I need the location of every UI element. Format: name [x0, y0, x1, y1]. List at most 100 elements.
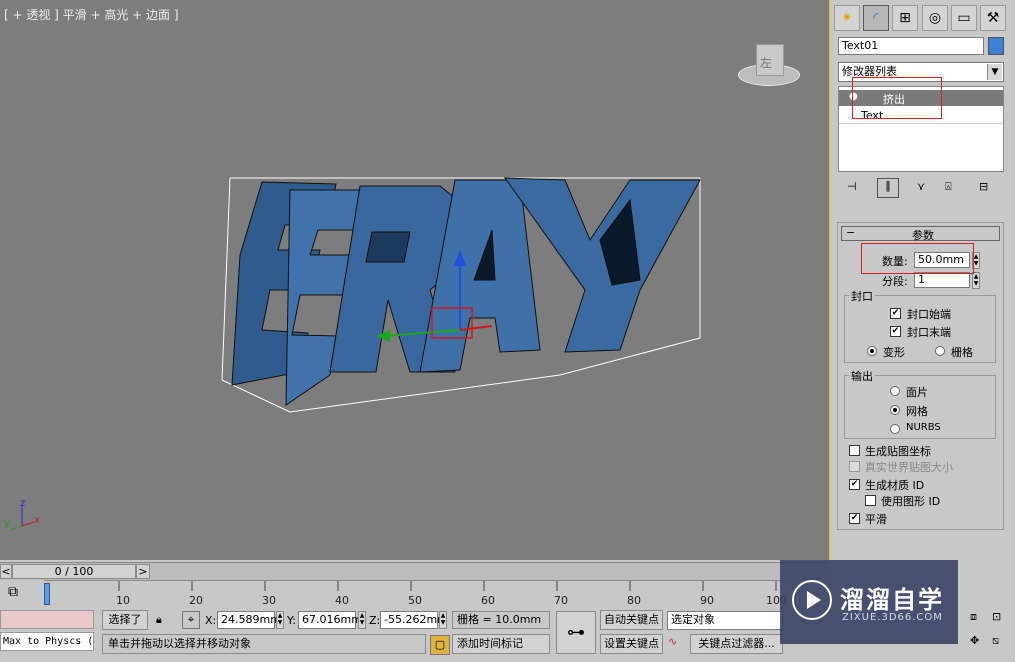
mesh-radio[interactable] — [890, 405, 900, 415]
highlight-box — [861, 243, 974, 274]
hierarchy-tab-icon[interactable]: ⊞ — [892, 5, 918, 31]
y-spinner[interactable]: ▲ ▼ — [358, 611, 366, 629]
cap-end-checkbox[interactable]: ✔ — [890, 326, 901, 337]
selected-count-button[interactable]: 选择了 — [102, 610, 148, 630]
watermark-name: 溜溜自学 — [840, 586, 944, 614]
utilities-tab-icon[interactable]: ⚒ — [980, 5, 1006, 31]
patch-radio[interactable] — [890, 386, 900, 396]
tick-label: 10 — [116, 594, 130, 607]
prev-frame-button[interactable]: < — [0, 564, 12, 579]
tick-label: 20 — [189, 594, 203, 607]
gen-map-checkbox[interactable] — [849, 445, 860, 456]
set-key-button[interactable]: 设置关键点 — [600, 634, 663, 654]
key-icon[interactable]: ⊶ — [556, 611, 596, 654]
cap-start-label: 封口始端 — [907, 308, 951, 321]
pan-icon[interactable]: ✥ — [970, 634, 979, 647]
maxscript-text: Max to Physcs ( — [3, 636, 94, 647]
key-filters-button[interactable]: 关键点过滤器... — [690, 634, 783, 654]
gen-map-label: 生成贴图坐标 — [865, 445, 931, 458]
rollout-title: 参数 — [912, 229, 934, 242]
maxscript-listener[interactable] — [0, 610, 94, 629]
collapse-icon[interactable]: − — [846, 226, 855, 239]
morph-radio[interactable] — [867, 346, 877, 356]
create-tab-icon[interactable]: ✴ — [834, 5, 860, 31]
perspective-viewport[interactable]: [ + 透视 ] 平滑 + 高光 + 边面 ] 左 z x y — [0, 0, 830, 560]
extruded-text-object[interactable] — [0, 0, 829, 560]
capping-group: 封口 ✔ 封口始端 ✔ 封口末端 变形 栅格 — [844, 288, 996, 363]
watermark-url: ZIXUE.3D66.COM — [842, 612, 943, 623]
time-slider[interactable]: < 0 / 100 > — [0, 562, 829, 580]
tick-label: 80 — [627, 594, 641, 607]
mesh-label: 网格 — [906, 405, 928, 418]
grid-radio[interactable] — [935, 346, 945, 356]
motion-tab-icon[interactable]: ◎ — [922, 5, 948, 31]
maximize-viewport-icon[interactable]: ⧅ — [992, 634, 999, 648]
z-coordinate-field[interactable]: -55.262mm — [380, 611, 448, 629]
tick-label: 70 — [554, 594, 568, 607]
time-slider-thumb[interactable]: 0 / 100 — [12, 564, 136, 579]
tangent-icon[interactable]: ∿ — [668, 635, 677, 648]
ruler-ticks — [118, 581, 777, 591]
selection-set-dropdown[interactable]: 选定对象 — [667, 611, 783, 630]
morph-label: 变形 — [883, 346, 905, 359]
make-unique-icon[interactable]: ⋎ — [917, 180, 925, 193]
display-tab-icon[interactable]: ▭ — [951, 5, 977, 31]
configure-sets-icon[interactable]: ⊟ — [979, 180, 988, 193]
y-label: Y: — [287, 614, 296, 627]
cap-end-label: 封口末端 — [907, 326, 951, 339]
absolute-mode-icon[interactable]: ⌖ — [182, 611, 200, 629]
object-color-swatch[interactable] — [988, 37, 1004, 55]
output-group: 输出 面片 网格 NURBS — [844, 368, 996, 439]
segments-spinner[interactable]: ▲ ▼ — [972, 272, 980, 289]
prompt-line: 单击并拖动以选择并移动对象 — [102, 634, 426, 654]
tick-label: 30 — [262, 594, 276, 607]
nurbs-radio[interactable] — [890, 424, 900, 434]
play-logo-icon — [792, 580, 832, 620]
tick-label: 50 — [408, 594, 422, 607]
grid-label: 栅格 — [951, 346, 973, 359]
smooth-checkbox[interactable]: ✔ — [849, 513, 860, 524]
chevron-down-icon[interactable]: ▼ — [987, 64, 1002, 80]
track-bar[interactable]: ⧉ 10 20 30 40 50 60 70 80 90 100 — [0, 580, 829, 607]
x-coordinate-field[interactable]: 24.589mm — [217, 611, 281, 629]
tick-label: 90 — [700, 594, 714, 607]
zoom-region-icon[interactable]: ⊡ — [992, 610, 1001, 623]
auto-key-button[interactable]: 自动关键点 — [600, 610, 663, 630]
gen-mat-checkbox[interactable]: ✔ — [849, 479, 860, 490]
parameters-rollout: − 参数 数量: 50.0mm ▲ ▼ 分段: 1 ▲ ▼ 封口 ✔ 封口始端 ✔ … — [837, 222, 1004, 530]
modify-tab-icon[interactable]: ◜ — [863, 5, 889, 31]
y-coordinate-field[interactable]: 67.016mm — [298, 611, 362, 629]
output-title: 输出 — [849, 368, 875, 384]
real-world-label: 真实世界贴图大小 — [865, 461, 953, 474]
segments-field[interactable]: 1 — [914, 272, 970, 288]
rollout-header[interactable]: − 参数 — [841, 226, 1000, 242]
cap-start-checkbox[interactable]: ✔ — [890, 308, 901, 319]
capping-title: 封口 — [849, 288, 875, 304]
z-spinner[interactable]: ▲ ▼ — [439, 611, 447, 629]
lock-icon[interactable]: 🔒︎ — [156, 613, 162, 627]
axis-x-label: x — [34, 515, 40, 526]
real-world-checkbox[interactable] — [849, 461, 860, 472]
remove-modifier-icon[interactable]: ⍓ — [945, 180, 952, 194]
command-panel: ✴ ◜ ⊞ ◎ ▭ ⚒ Text01 修改器列表 ▼ ● 挤出 Text ⊣ ‖… — [833, 0, 1015, 560]
pin-stack-icon[interactable]: ⊣ — [847, 180, 857, 193]
maxscript-input[interactable]: Max to Physcs ( — [0, 632, 94, 651]
frame-counter: 0 / 100 — [54, 565, 94, 578]
axis-y-label: y — [4, 518, 10, 529]
curve-editor-icon[interactable]: ⧉ — [8, 584, 18, 600]
show-end-result-icon[interactable]: ‖ — [877, 178, 899, 198]
frame-ruler: 10 20 30 40 50 60 70 80 90 100 — [44, 580, 787, 607]
next-frame-button[interactable]: > — [136, 564, 150, 579]
object-name-field[interactable]: Text01 — [838, 37, 984, 55]
zoom-extents-icon[interactable]: ⧈ — [970, 610, 977, 624]
nav-controls: ⧈ ⊡ ✥ ⧅ — [960, 610, 1015, 656]
tick-label: 60 — [481, 594, 495, 607]
time-tag-icon[interactable]: ▢ — [430, 635, 450, 655]
segments-label: 分段: — [882, 275, 908, 288]
x-spinner[interactable]: ▲ ▼ — [276, 611, 284, 629]
patch-label: 面片 — [906, 386, 928, 399]
nurbs-label: NURBS — [906, 422, 941, 433]
x-label: X: — [205, 614, 217, 627]
add-time-tag-button[interactable]: 添加时间标记 — [452, 634, 550, 654]
use-shape-id-checkbox[interactable] — [865, 495, 876, 506]
